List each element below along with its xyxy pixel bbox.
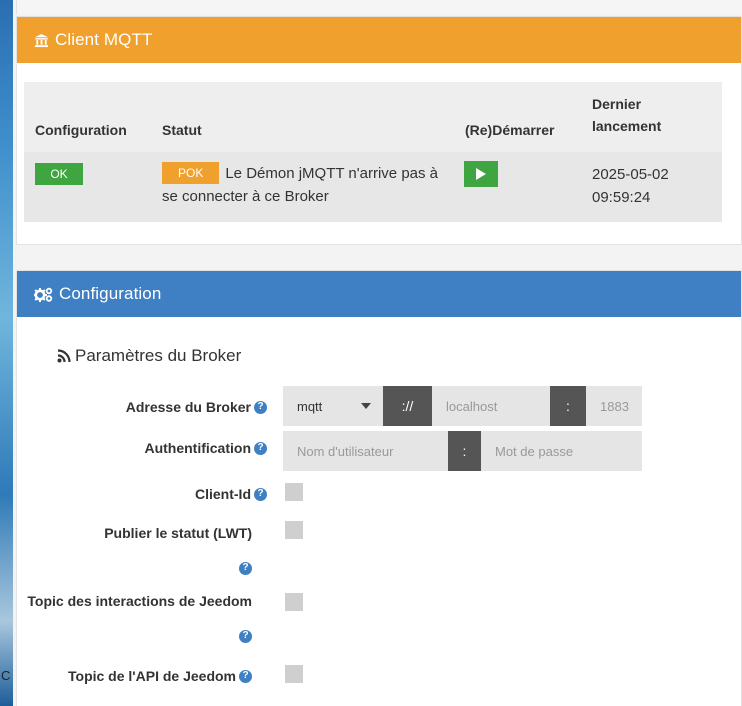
restart-daemon-button[interactable]: [464, 161, 498, 187]
authentication-label: Authentification?: [17, 431, 267, 462]
interactions-topic-checkbox[interactable]: [285, 593, 303, 611]
port-separator: :: [550, 386, 586, 426]
column-header-last-run: Dernier lancement: [592, 96, 662, 134]
section-title-text: Paramètres du Broker: [75, 346, 242, 365]
config-panel-title: Configuration: [59, 284, 162, 303]
password-input[interactable]: Mot de passe: [481, 431, 642, 471]
help-icon[interactable]: ?: [239, 657, 252, 689]
broker-address-label: Adresse du Broker?: [17, 390, 267, 421]
bank-icon: [34, 33, 49, 48]
rss-icon: [57, 349, 71, 363]
authentication-label-text: Authentification: [144, 440, 251, 456]
panel-stub: [16, 0, 742, 14]
desktop-wallpaper-strip: [0, 0, 13, 706]
interactions-topic-label-text: Topic des interactions de Jeedom: [27, 593, 252, 609]
chevron-down-icon: [361, 403, 371, 409]
publish-status-checkbox[interactable]: [285, 521, 303, 539]
column-header-status: Statut: [162, 122, 202, 138]
config-status-badge: OK: [35, 163, 83, 185]
column-header-configuration: Configuration: [35, 122, 127, 138]
credentials-separator: :: [448, 431, 481, 471]
configuration-panel: Configuration Paramètres du Broker Adres…: [16, 270, 742, 706]
client-id-checkbox[interactable]: [285, 483, 303, 501]
mqtt-panel-heading: Client MQTT: [17, 17, 741, 63]
broker-port-input[interactable]: 1883: [586, 386, 642, 426]
config-panel-heading: Configuration: [17, 271, 741, 317]
broker-address-label-text: Adresse du Broker: [125, 399, 251, 415]
protocol-selected-value: mqtt: [297, 398, 323, 414]
interactions-topic-label: Topic des interactions de Jeedom?: [17, 585, 252, 652]
daemon-status: POK Le Démon jMQTT n'arrive pas à se conn…: [162, 162, 452, 208]
mqtt-panel-title: Client MQTT: [55, 30, 153, 49]
wallpaper-text: C: [1, 668, 11, 683]
broker-params-section: Paramètres du Broker: [57, 346, 241, 366]
cogs-icon: [34, 287, 53, 302]
help-icon[interactable]: ?: [239, 617, 252, 649]
api-topic-label: Topic de l'API de Jeedom?: [17, 657, 252, 692]
column-header-restart: (Re)Démarrer: [465, 122, 555, 138]
api-topic-checkbox[interactable]: [285, 665, 303, 683]
status-badge: POK: [162, 162, 220, 184]
username-input[interactable]: Nom d'utilisateur: [283, 431, 448, 471]
last-run-datetime: 2025-05-02 09:59:24: [592, 166, 669, 206]
client-id-label-text: Client-Id: [195, 486, 251, 502]
help-icon[interactable]: ?: [254, 477, 267, 505]
broker-address-input-group: mqtt :// localhost : 1883: [283, 386, 642, 426]
protocol-select[interactable]: mqtt: [283, 386, 383, 426]
mqtt-client-panel: Client MQTT Configuration Statut (Re)Dém…: [16, 16, 742, 245]
help-icon[interactable]: ?: [254, 431, 267, 459]
protocol-separator: ://: [383, 386, 432, 426]
help-icon[interactable]: ?: [239, 549, 252, 581]
publish-status-label-text: Publier le statut (LWT): [104, 525, 252, 541]
broker-host-input[interactable]: localhost: [432, 386, 550, 426]
api-topic-label-text: Topic de l'API de Jeedom: [68, 668, 236, 684]
daemon-status-table: Configuration Statut (Re)Démarrer Dernie…: [24, 82, 722, 222]
publish-status-label: Publier le statut (LWT)?: [17, 517, 252, 584]
authentication-input-group: Nom d'utilisateur : Mot de passe: [283, 431, 642, 471]
help-icon[interactable]: ?: [254, 390, 267, 418]
play-icon: [476, 168, 486, 180]
client-id-label: Client-Id?: [17, 477, 267, 508]
